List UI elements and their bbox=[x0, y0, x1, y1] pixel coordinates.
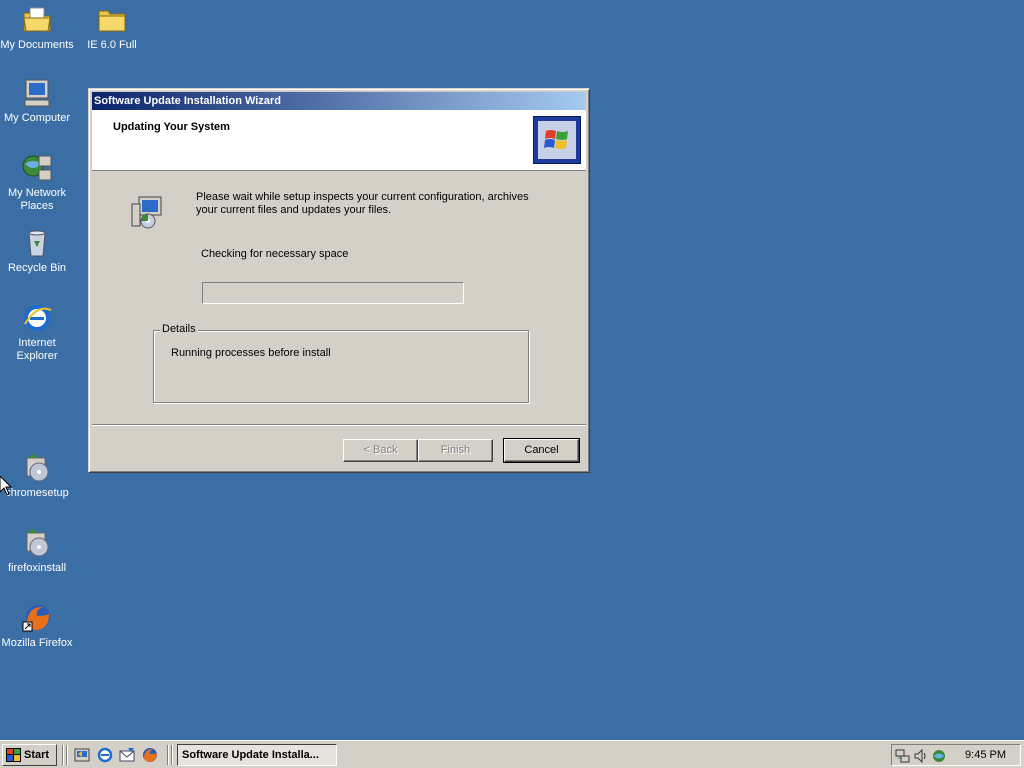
desktop-icon-label: Internet Explorer bbox=[16, 337, 58, 362]
desktop-icon-ie6-full[interactable]: IE 6.0 Full bbox=[75, 4, 149, 52]
desktop-icon-label: My Computer bbox=[3, 112, 71, 124]
back-button[interactable]: < Back bbox=[343, 439, 418, 462]
taskbar-separator bbox=[66, 745, 68, 765]
taskbar-separator bbox=[62, 745, 64, 765]
my-documents-icon bbox=[23, 7, 51, 32]
windows-flag-icon bbox=[6, 748, 21, 762]
update-tray-icon[interactable] bbox=[931, 748, 947, 764]
firefox-icon[interactable] bbox=[141, 746, 159, 764]
installer-icon bbox=[26, 454, 49, 482]
internet-explorer-icon[interactable] bbox=[96, 746, 114, 764]
cancel-button[interactable]: Cancel bbox=[503, 438, 580, 463]
desktop-icon-label: IE 6.0 Full bbox=[87, 39, 137, 51]
wizard-message: Please wait while setup inspects your cu… bbox=[196, 191, 529, 216]
wizard-window: Software Update Installation Wizard Upda… bbox=[88, 88, 590, 473]
outlook-express-icon[interactable] bbox=[118, 746, 136, 764]
desktop-icon-label: Recycle Bin bbox=[7, 262, 67, 274]
clock[interactable]: 9:45 PM bbox=[965, 749, 1006, 761]
desktop-icon-mozilla-firefox[interactable]: Mozilla Firefox bbox=[0, 602, 74, 650]
desktop-icon-label: My Network Places bbox=[7, 187, 67, 212]
taskbar-separator bbox=[167, 745, 169, 765]
internet-explorer-icon bbox=[24, 305, 52, 331]
desktop-icon-label: firefoxinstall bbox=[7, 562, 67, 574]
network-places-icon bbox=[22, 155, 52, 181]
header-title: Updating Your System bbox=[113, 121, 230, 133]
windows-logo-icon bbox=[533, 116, 581, 164]
progress-bar bbox=[202, 282, 464, 304]
mouse-cursor-icon bbox=[0, 476, 12, 496]
details-legend: Details bbox=[160, 323, 198, 335]
taskbar-button-software-update[interactable]: Software Update Installa... bbox=[177, 744, 337, 766]
network-tray-icon[interactable] bbox=[895, 748, 911, 764]
desktop-icon-network-places[interactable]: My Network Places bbox=[0, 152, 74, 213]
details-groupbox: Details Running processes before install bbox=[153, 323, 529, 403]
volume-icon[interactable] bbox=[913, 748, 929, 764]
recycle-bin-icon bbox=[28, 230, 46, 257]
desktop-icon-label: Mozilla Firefox bbox=[1, 637, 73, 649]
my-computer-icon bbox=[24, 79, 50, 107]
window-title[interactable]: Software Update Installation Wizard bbox=[92, 92, 586, 110]
show-desktop-icon[interactable] bbox=[73, 746, 91, 764]
desktop-icon-my-documents[interactable]: My Documents bbox=[0, 4, 74, 52]
taskbar-separator bbox=[171, 745, 173, 765]
desktop-icon-label: My Documents bbox=[0, 39, 74, 51]
desktop-icon-firefoxinstall[interactable]: firefoxinstall bbox=[0, 527, 74, 575]
setup-computer-icon bbox=[131, 196, 162, 229]
firefox-icon bbox=[22, 605, 50, 632]
start-label: Start bbox=[24, 749, 50, 761]
start-button[interactable]: Start bbox=[2, 744, 57, 766]
wizard-header: Updating Your System bbox=[92, 110, 586, 171]
desktop-icon-my-computer[interactable]: My Computer bbox=[0, 77, 74, 125]
system-tray: 9:45 PM bbox=[891, 744, 1021, 766]
status-text: Checking for necessary space bbox=[201, 248, 349, 260]
button-separator bbox=[92, 424, 586, 426]
desktop-icon-recycle-bin[interactable]: Recycle Bin bbox=[0, 227, 74, 275]
desktop-icon-internet-explorer[interactable]: Internet Explorer bbox=[0, 302, 74, 363]
details-text: Running processes before install bbox=[171, 347, 331, 359]
installer-icon bbox=[26, 529, 49, 557]
finish-button[interactable]: Finish bbox=[418, 439, 493, 462]
taskbar: Start Software Update Installa... 9:45 P… bbox=[0, 740, 1024, 768]
folder-icon bbox=[98, 10, 126, 32]
